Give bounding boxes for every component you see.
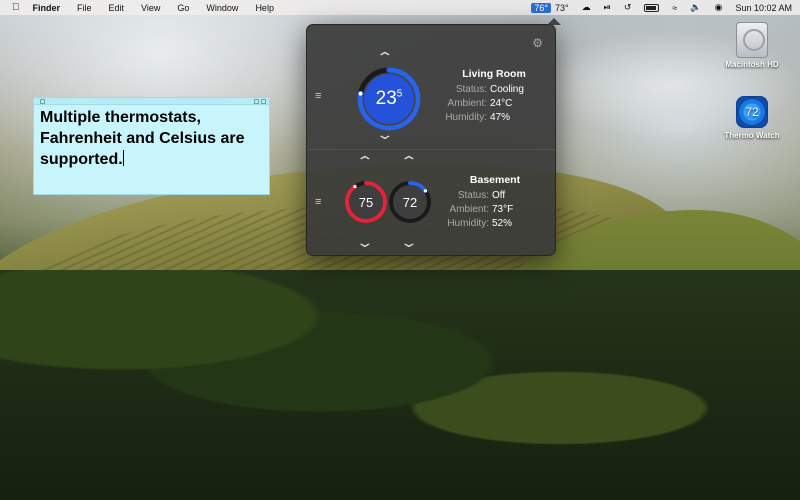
living-room-dial[interactable]: 235 [357,67,421,131]
living-setpoint-whole: 23 [375,88,397,109]
time-machine-icon[interactable]: ↺ [624,2,632,13]
thermostat-popover: ⚙ ≡ ⌃ 235 ⌄ Living Room Status: Cooling A… [306,18,561,256]
desktop-icon-macintosh-hd[interactable]: Macintosh HD [717,22,787,69]
living-down-chevron-icon[interactable]: ⌄ [375,127,394,141]
sticky-collapse-button[interactable] [261,99,266,104]
basement-cool-down-chevron-icon[interactable]: ⌄ [399,235,418,249]
user-icon[interactable]: ◉ [715,2,723,13]
mode-layers-icon[interactable]: ≡ [315,90,327,102]
living-room-name: Living Room [462,68,526,80]
sticky-close-button[interactable] [40,99,45,104]
thermo-watch-app-icon: 72 [736,96,768,128]
menu-finder[interactable]: Finder [33,3,61,13]
menu-edit[interactable]: Edit [109,3,125,13]
mode-layers-icon[interactable]: ≡ [315,196,327,208]
status-label: Status: [457,190,489,201]
basement-heat-down-chevron-icon[interactable]: ⌄ [355,235,374,249]
battery-icon[interactable] [644,3,660,12]
basement-cool-setpoint: 72 [402,194,418,210]
sticky-zoom-button[interactable] [254,99,259,104]
sticky-text-content: Multiple thermostats, Fahrenheit and Cel… [40,109,245,168]
menu-extras: 76° 73° ☁ ⏯ ↺ ≈ 🔈 ◉ Sun 10:02 AM [531,0,792,15]
wifi-icon[interactable]: ≈ [672,3,677,13]
basement-humidity: 52% [492,218,513,229]
basement-cool-up-chevron-icon[interactable]: ⌃ [399,154,418,168]
status-label: Status: [455,84,487,95]
ambient-label: Ambient: [449,204,489,215]
basement-heat-setpoint: 75 [358,194,374,210]
menu-go[interactable]: Go [177,3,189,13]
menu-view[interactable]: View [141,3,160,13]
text-caret [122,150,124,166]
apple-menu-icon[interactable]:  [12,2,20,13]
sticky-titlebar[interactable] [34,98,269,105]
sticky-text[interactable]: Multiple thermostats, Fahrenheit and Cel… [34,105,269,172]
menubar-clock[interactable]: Sun 10:02 AM [735,3,792,13]
thermo-outdoor-temp[interactable]: 73° [555,3,569,13]
cloud-icon[interactable]: ☁ [582,2,591,13]
popover-arrow [547,18,561,25]
basement-cool-dial[interactable]: 72 [388,180,432,224]
sticky-note[interactable]: Multiple thermostats, Fahrenheit and Cel… [33,97,270,195]
forest-foreground [0,270,800,500]
basement-heat-dial[interactable]: 75 [344,180,388,224]
desktop-icon-label: Thermo Watch [724,131,780,140]
gear-icon[interactable]: ⚙ [532,36,543,50]
menu-help[interactable]: Help [255,3,274,13]
thermo-indoor-temp[interactable]: 76° [531,2,552,13]
basement-heat-up-chevron-icon[interactable]: ⌃ [355,154,374,168]
humidity-label: Humidity: [447,218,489,229]
living-humidity: 47% [490,112,511,123]
living-room-info: Living Room Status: Cooling Ambient: 24°C … [435,67,553,125]
living-ambient: 24°C [490,98,513,109]
humidity-label: Humidity: [445,112,487,123]
ambient-label: Ambient: [447,98,487,109]
living-up-chevron-icon[interactable]: ⌃ [375,50,394,64]
basement-info: Basement Status: Off Ambient: 73°F Humidit… [437,173,553,231]
menu-window[interactable]: Window [206,3,238,13]
desktop-icon-label: Macintosh HD [725,60,779,69]
living-status: Cooling [490,84,524,95]
app-icon-value: 72 [745,105,759,119]
menu-bar:  Finder File Edit View Go Window Help 7… [0,0,800,15]
living-setpoint: 235 [376,88,403,110]
play-icon[interactable]: ⏯ [604,2,611,13]
basement-ambient: 73°F [492,204,514,215]
living-setpoint-decimal: 5 [396,88,403,100]
basement-name: Basement [469,174,521,186]
volume-icon[interactable]: 🔈 [690,2,701,13]
hard-drive-icon [736,22,768,58]
desktop-icon-thermo-watch[interactable]: 72 Thermo Watch [717,96,787,140]
menu-file[interactable]: File [77,3,92,13]
section-divider [307,149,557,150]
basement-status: Off [492,190,506,201]
